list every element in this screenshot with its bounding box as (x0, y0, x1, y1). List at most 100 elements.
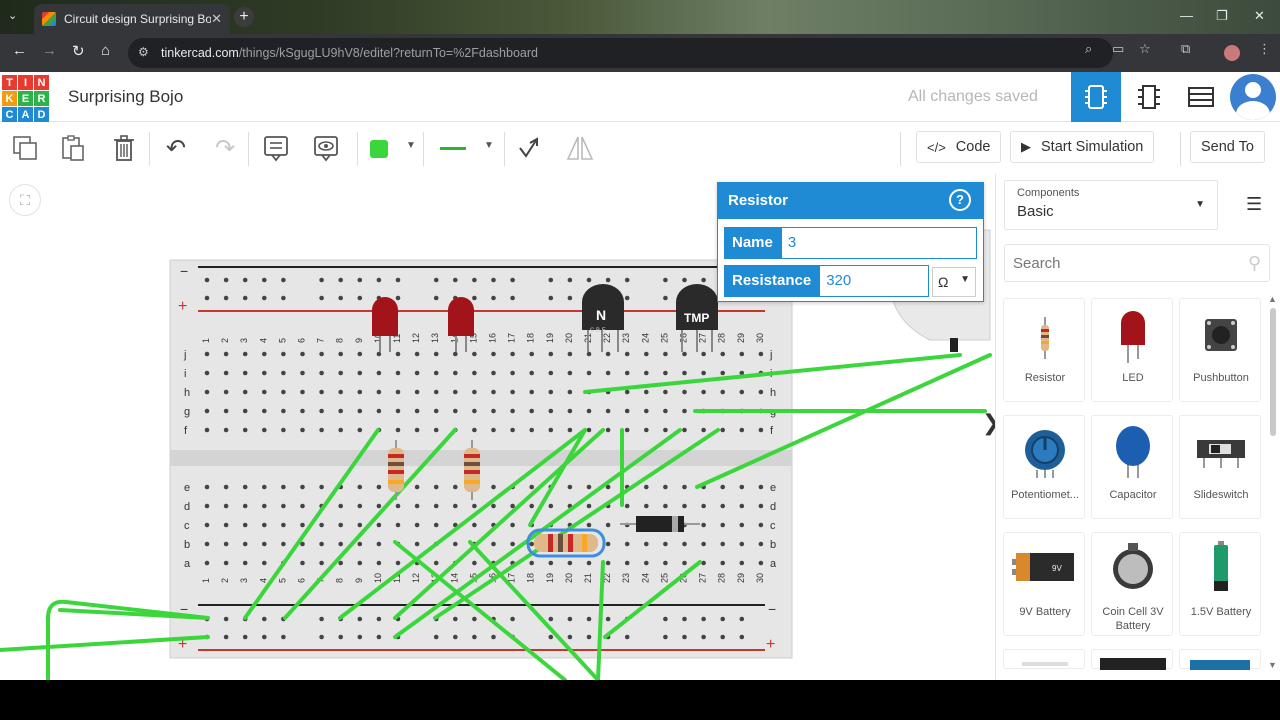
list-view-icon[interactable]: ☰ (1246, 194, 1262, 215)
send-to-button[interactable]: Send To (1190, 131, 1265, 163)
wire-type-picker[interactable]: ▼ (430, 138, 500, 168)
component-card-breadboard-partial[interactable] (1003, 649, 1085, 669)
scroll-up-icon[interactable]: ▲ (1268, 294, 1277, 304)
logo-letter: D (34, 107, 49, 122)
logo-letter: T (2, 75, 17, 90)
bookmark-star-icon[interactable]: ☆ (1139, 41, 1151, 57)
url-field[interactable]: ⚙ tinkercad.com/things/kSgugLU9hV8/edite… (128, 38, 1113, 68)
tinkercad-favicon-icon (42, 12, 56, 26)
close-tab-icon[interactable]: ✕ (211, 11, 222, 27)
component-card-partial[interactable] (1179, 649, 1261, 670)
diode-band (672, 516, 678, 532)
browser-menu-icon[interactable]: ⋮ (1258, 41, 1271, 57)
home-icon[interactable]: ⌂ (101, 42, 110, 59)
circuit-view-button[interactable] (1071, 72, 1121, 122)
send-to-label: Send To (1201, 139, 1254, 155)
extensions-icon[interactable]: ⧉ (1181, 41, 1190, 57)
row-letter: j (769, 349, 772, 361)
toolbar-divider (357, 132, 358, 166)
schematic-view-button[interactable] (1124, 72, 1174, 122)
component-card-coin-cell[interactable]: Coin Cell 3V Battery (1091, 532, 1173, 636)
delete-button[interactable] (108, 132, 140, 164)
row-letter: c (184, 520, 190, 532)
forward-icon[interactable]: → (42, 42, 57, 59)
components-dropdown[interactable]: Components Basic ▼ (1004, 180, 1218, 230)
close-window-icon[interactable]: ✕ (1254, 8, 1265, 24)
column-number: 2 (220, 578, 230, 583)
notes-button[interactable] (260, 132, 292, 164)
project-title[interactable]: Surprising Bojo (68, 87, 183, 107)
resistor-band (464, 454, 480, 458)
zoom-icon[interactable]: ⌕ (1085, 41, 1092, 57)
reload-icon[interactable]: ↻ (72, 42, 85, 60)
column-number: 29 (736, 333, 746, 343)
color-picker[interactable]: ▼ (362, 138, 422, 168)
column-number: 25 (659, 573, 669, 583)
minimize-icon[interactable]: — (1180, 8, 1193, 23)
redo-button[interactable]: ↷ (209, 132, 241, 164)
column-number: 12 (411, 573, 421, 583)
resistor-inspector: Resistor ? Name 3 Resistance 320 Ω ▼ (717, 182, 984, 302)
component-card-partial[interactable] (1091, 649, 1173, 670)
browser-tab[interactable]: Circuit design Surprising Bojo ✕ (34, 4, 230, 34)
column-number: 9 (354, 338, 364, 343)
scroll-thumb[interactable] (1270, 308, 1276, 436)
autorotate-button[interactable] (513, 132, 545, 164)
component-card-slideswitch[interactable]: Slideswitch (1179, 415, 1261, 519)
tab-search-icon[interactable]: ⌄ (8, 9, 17, 22)
notes-visibility-button[interactable] (310, 132, 342, 164)
maximize-icon[interactable]: ❐ (1216, 8, 1228, 24)
profile-icon[interactable] (1224, 45, 1240, 61)
components-value: Basic (1017, 203, 1054, 220)
slideswitch-icon (1197, 440, 1245, 468)
undo-button[interactable]: ↶ (160, 132, 192, 164)
new-tab-button[interactable]: + (234, 7, 254, 27)
address-bar-row: ← → ↻ ⌂ ⚙ tinkercad.com/things/kSgugLU9h… (0, 34, 1280, 72)
cast-icon[interactable]: ▭ (1112, 41, 1124, 57)
undo-icon: ↶ (165, 134, 187, 162)
component-card-led[interactable]: LED (1091, 298, 1173, 402)
play-icon: ▶ (1021, 139, 1031, 154)
paste-button[interactable] (57, 132, 89, 164)
resistor-band (568, 534, 573, 552)
start-simulation-button[interactable]: ▶ Start Simulation (1010, 131, 1155, 163)
start-simulation-label: Start Simulation (1041, 139, 1144, 155)
coin-cell-icon (1113, 543, 1153, 589)
resistance-field[interactable]: 320 (819, 265, 930, 297)
site-info-icon[interactable]: ⚙ (138, 45, 149, 59)
component-list-button[interactable] (1176, 72, 1226, 122)
name-row: Name 3 (724, 227, 977, 259)
component-card-1-5v-battery[interactable]: 1.5V Battery (1179, 532, 1261, 636)
component-card-potentiometer[interactable]: Potentiomet... (1003, 415, 1085, 519)
code-button[interactable]: </> Code (916, 131, 1002, 163)
component-card-capacitor[interactable]: Capacitor (1091, 415, 1173, 519)
scroll-down-icon[interactable]: ▼ (1268, 660, 1277, 670)
column-number: 24 (640, 573, 650, 583)
back-icon[interactable]: ← (12, 42, 27, 59)
resistor-band (388, 454, 404, 458)
led-icon (1121, 311, 1145, 363)
resistance-label: Resistance (724, 265, 820, 297)
chevron-down-icon: ▼ (406, 140, 416, 151)
column-number: 7 (316, 338, 326, 343)
help-icon[interactable]: ? (949, 189, 971, 211)
component-label: Capacitor (1109, 489, 1157, 501)
search-box[interactable]: ⚲ (1004, 244, 1270, 282)
note-icon (264, 136, 288, 162)
search-input[interactable] (1005, 245, 1225, 281)
panel-scrollbar[interactable]: ▲ ▼ (1268, 294, 1277, 670)
trash-icon (114, 135, 134, 161)
unit-select[interactable]: Ω ▼ (932, 267, 976, 297)
component-card-pushbutton[interactable]: Pushbutton (1179, 298, 1261, 402)
flip-icon (566, 136, 594, 160)
tinkercad-logo[interactable]: T I N K E R C A D (2, 75, 49, 122)
copy-button[interactable] (9, 132, 41, 164)
flip-button[interactable] (564, 132, 596, 164)
column-number: 6 (297, 338, 307, 343)
row-letter: i (184, 368, 186, 380)
component-card-9v-battery[interactable]: 9V 9V Battery (1003, 532, 1085, 636)
name-field[interactable]: 3 (780, 227, 977, 259)
component-card-resistor[interactable]: Resistor (1003, 298, 1085, 402)
inspector-title: Resistor (718, 183, 983, 219)
user-avatar[interactable] (1230, 74, 1276, 120)
